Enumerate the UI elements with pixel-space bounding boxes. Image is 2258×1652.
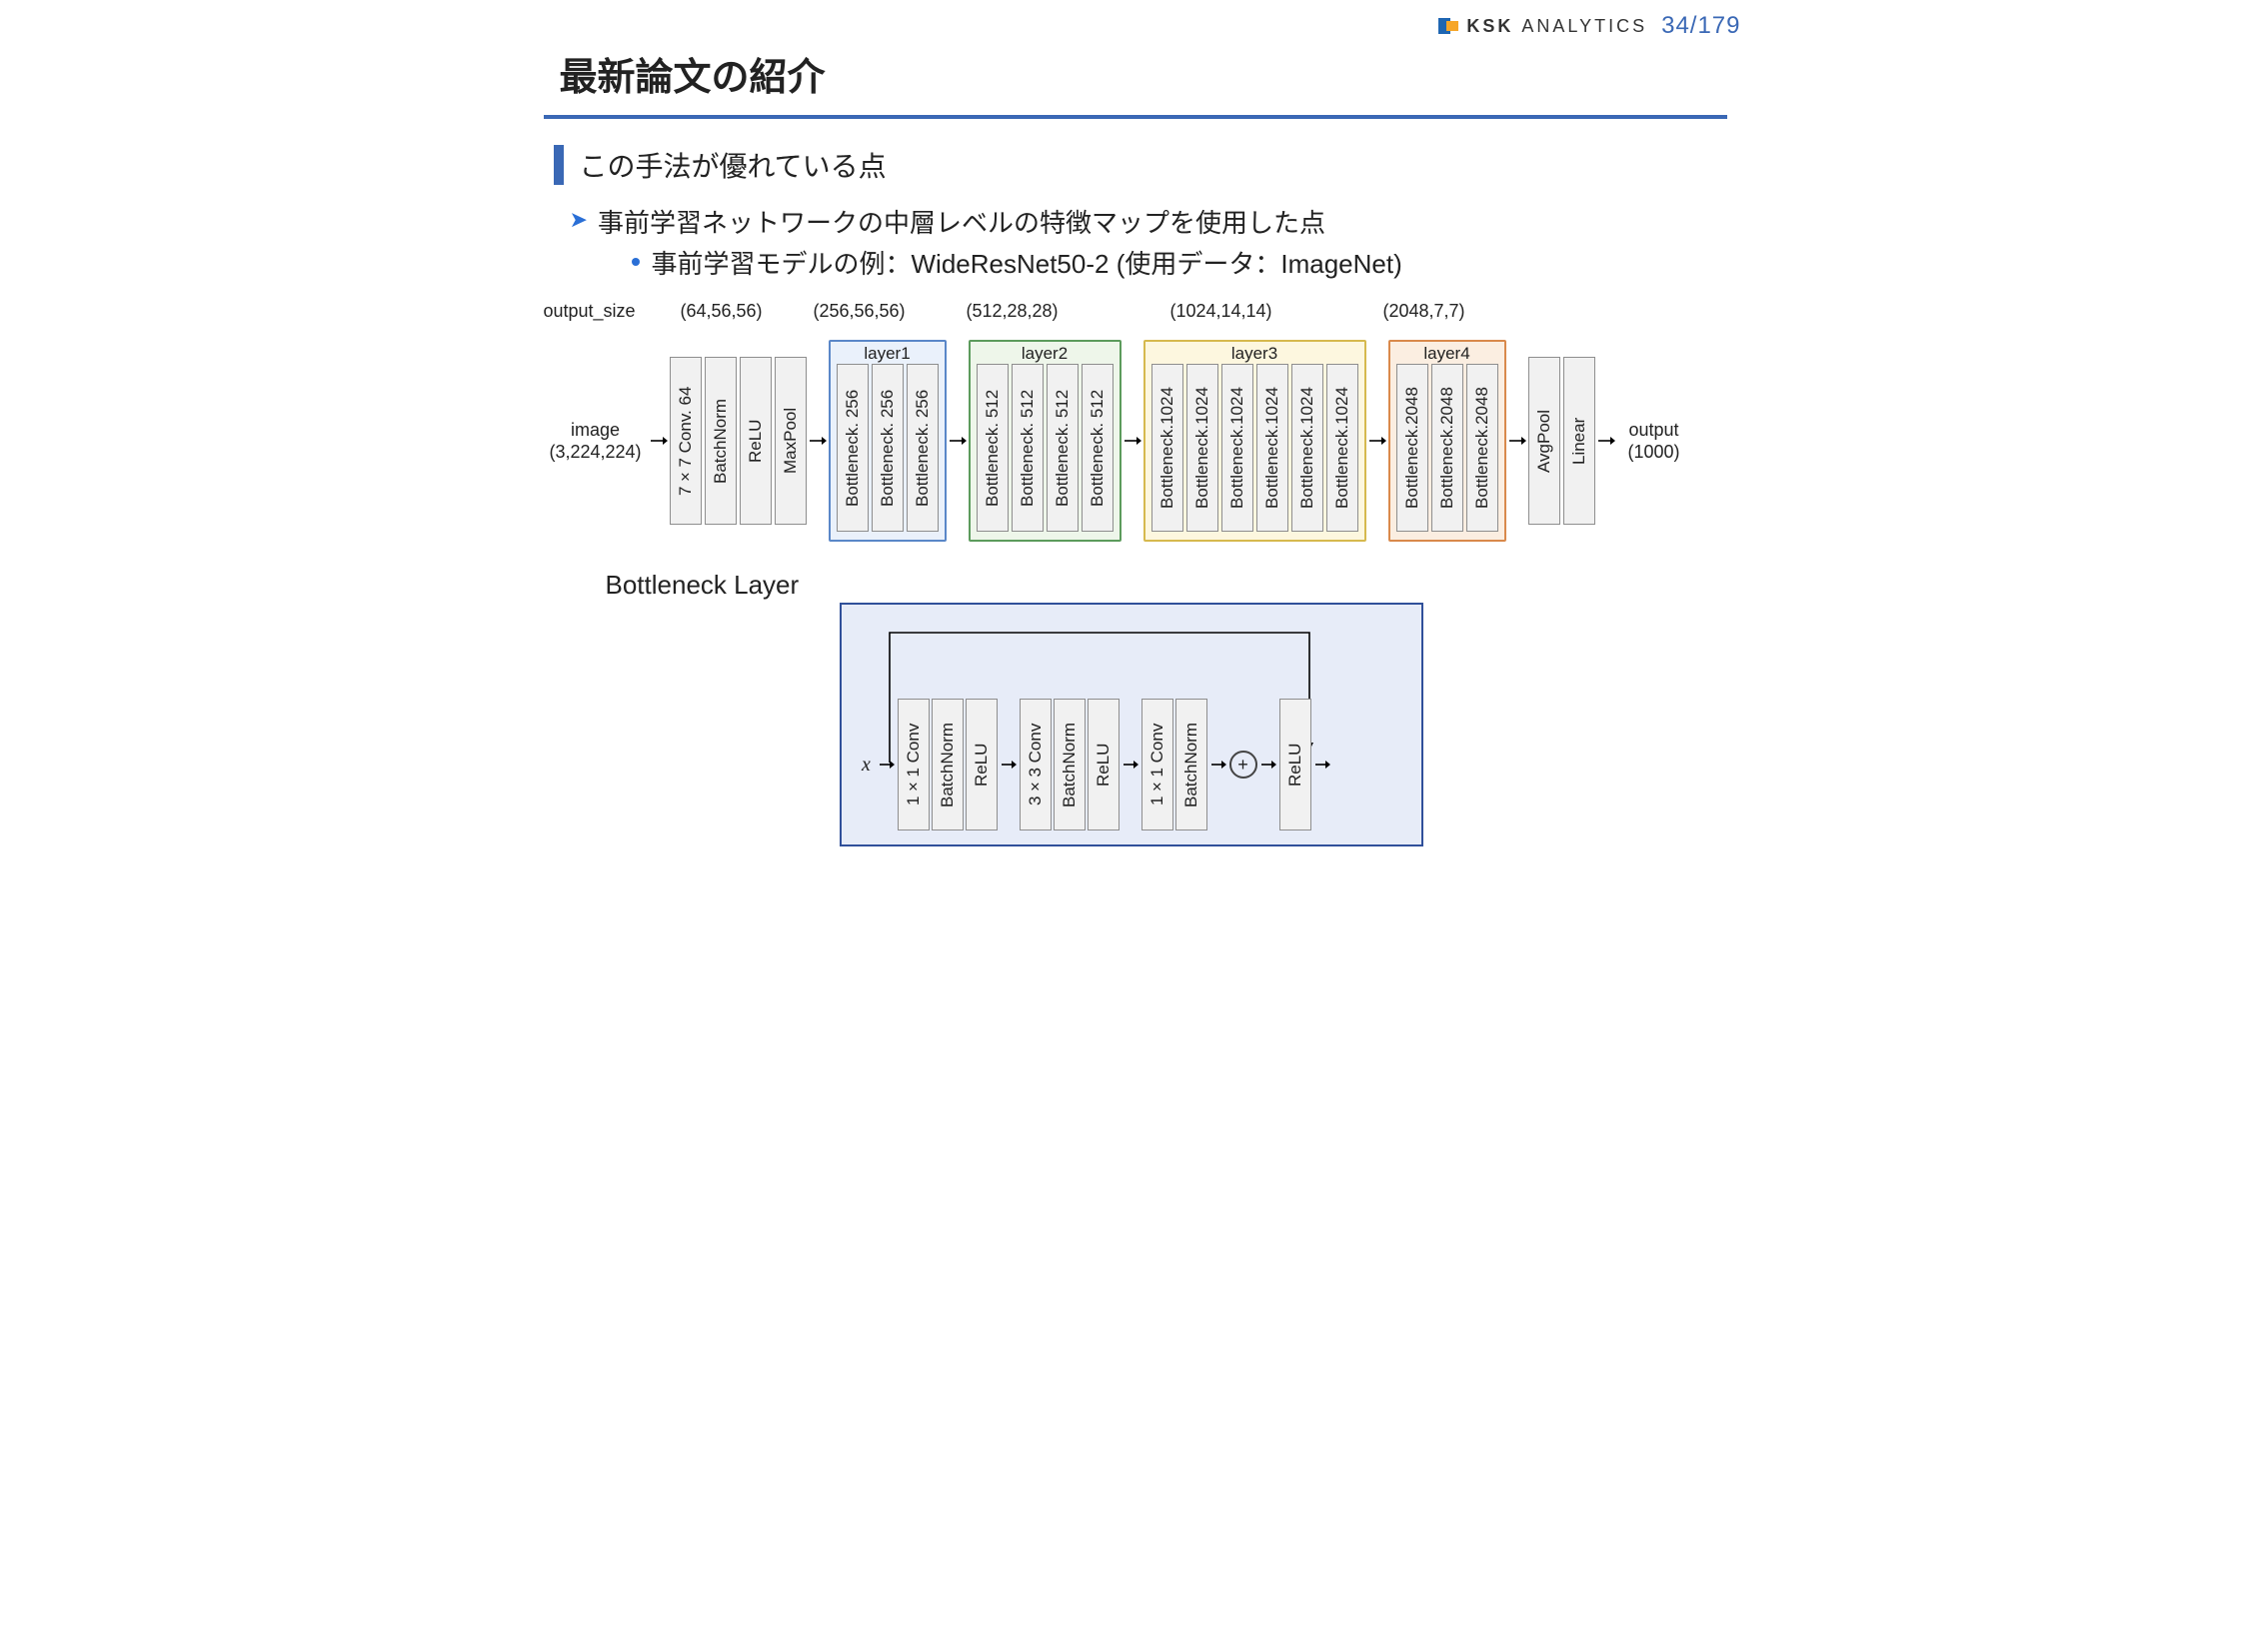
title-rule <box>544 115 1727 119</box>
bl-op: BatchNorm <box>1054 699 1086 830</box>
bullet-level2: 事前学習モデルの例：WideResNet50-2 (使用データ：ImageNet… <box>632 244 1769 281</box>
linear-block: Linear <box>1563 357 1595 525</box>
slide-header: KSK ANALYTICS 34/179 <box>490 0 1769 40</box>
layer2-block: Bottleneck. 512 <box>1047 364 1079 532</box>
output-label: output <box>1619 419 1689 442</box>
output-node: output (1000) <box>1619 419 1689 464</box>
size-stem: (64,56,56) <box>656 301 788 322</box>
size-layer2: (512,28,28) <box>932 301 1094 322</box>
input-node: image (3,224,224) <box>544 419 648 464</box>
size-layer3: (1024,14,14) <box>1094 301 1349 322</box>
arrow-icon <box>1313 759 1331 771</box>
size-layer4: (2048,7,7) <box>1349 301 1499 322</box>
layer1-block: Bottleneck. 256 <box>837 364 869 532</box>
stem-conv: 7×7 Conv. 64 <box>670 357 702 525</box>
section-header: この手法が優れている点 <box>554 145 1769 185</box>
layer3-block: Bottleneck.1024 <box>1326 364 1358 532</box>
network-diagram: output_size (64,56,56) (256,56,56) (512,… <box>544 301 1755 542</box>
arrow-icon <box>1259 759 1277 771</box>
stem-block: 7×7 Conv. 64 BatchNorm ReLU MaxPool <box>670 357 807 525</box>
slide-title: 最新論文の紹介 <box>490 40 1769 111</box>
arrow-icon <box>1506 435 1528 447</box>
layer4-group: layer4 Bottleneck.2048 Bottleneck.2048 B… <box>1388 340 1506 542</box>
layer2-group: layer2 Bottleneck. 512 Bottleneck. 512 B… <box>969 340 1122 542</box>
layer4-block: Bottleneck.2048 <box>1431 364 1463 532</box>
bullet-dot-icon <box>632 258 640 266</box>
arrow-icon <box>878 759 896 771</box>
bl-op: ReLU <box>966 699 998 830</box>
bottleneck-input: x <box>858 754 876 777</box>
layer4-block: Bottleneck.2048 <box>1466 364 1498 532</box>
output-size-row: output_size (64,56,56) (256,56,56) (512,… <box>544 301 1755 322</box>
layer1-group: layer1 Bottleneck. 256 Bottleneck. 256 B… <box>829 340 947 542</box>
arrow-icon <box>1122 435 1143 447</box>
bullet-level1: ➤ 事前学習ネットワークの中層レベルの特徴マップを使用した点 <box>570 203 1769 240</box>
section-title: この手法が優れている点 <box>580 145 887 185</box>
arrow-icon <box>947 435 969 447</box>
layer4-block: Bottleneck.2048 <box>1396 364 1428 532</box>
arrow-icon <box>1000 759 1018 771</box>
logo-icon <box>1436 14 1460 38</box>
stem-relu: ReLU <box>740 357 772 525</box>
arrow-icon <box>1595 435 1617 447</box>
size-layer1: (256,56,56) <box>788 301 932 322</box>
layer4-label: layer4 <box>1390 344 1504 364</box>
input-shape: (3,224,224) <box>544 441 648 464</box>
brand-logo: KSK ANALYTICS <box>1436 14 1647 38</box>
add-icon: + <box>1229 751 1257 779</box>
input-label: image <box>544 419 648 442</box>
arrow-icon <box>807 435 829 447</box>
bottleneck-title: Bottleneck Layer <box>606 570 1769 601</box>
bl-op: BatchNorm <box>1175 699 1207 830</box>
layer3-block: Bottleneck.1024 <box>1151 364 1183 532</box>
layer3-group: layer3 Bottleneck.1024 Bottleneck.1024 B… <box>1143 340 1366 542</box>
bl-op: ReLU <box>1088 699 1120 830</box>
layer3-block: Bottleneck.1024 <box>1291 364 1323 532</box>
layer3-block: Bottleneck.1024 <box>1186 364 1218 532</box>
brand-text: KSK ANALYTICS <box>1466 16 1647 37</box>
layer1-block: Bottleneck. 256 <box>907 364 939 532</box>
bl-op: BatchNorm <box>932 699 964 830</box>
arrow-icon <box>1122 759 1139 771</box>
stem-maxpool: MaxPool <box>775 357 807 525</box>
output-size-label: output_size <box>544 301 656 322</box>
layer2-label: layer2 <box>971 344 1120 364</box>
section-bar <box>554 145 564 185</box>
layer2-block: Bottleneck. 512 <box>977 364 1009 532</box>
arrow-icon <box>648 435 670 447</box>
arrow-icon <box>1209 759 1227 771</box>
layer3-label: layer3 <box>1145 344 1364 364</box>
tail-block: AvgPool Linear <box>1528 357 1595 525</box>
avgpool-block: AvgPool <box>1528 357 1560 525</box>
layer1-block: Bottleneck. 256 <box>872 364 904 532</box>
chevron-right-icon: ➤ <box>570 203 588 237</box>
bl-op: 3×3 Conv <box>1020 699 1052 830</box>
layer3-block: Bottleneck.1024 <box>1256 364 1288 532</box>
layer3-block: Bottleneck.1024 <box>1221 364 1253 532</box>
stem-batchnorm: BatchNorm <box>705 357 737 525</box>
bullet1-text: 事前学習ネットワークの中層レベルの特徴マップを使用した点 <box>598 203 1325 240</box>
bullet2-text: 事前学習モデルの例：WideResNet50-2 (使用データ：ImageNet… <box>652 244 1402 281</box>
bl-op: 1×1 Conv <box>898 699 930 830</box>
brand-bold: KSK <box>1466 16 1513 36</box>
layer2-block: Bottleneck. 512 <box>1012 364 1044 532</box>
network-row: image (3,224,224) 7×7 Conv. 64 BatchNorm… <box>544 340 1755 542</box>
bullet-list: ➤ 事前学習ネットワークの中層レベルの特徴マップを使用した点 事前学習モデルの例… <box>570 203 1769 281</box>
bl-op: 1×1 Conv <box>1141 699 1173 830</box>
page-counter: 34/179 <box>1661 12 1740 40</box>
bottleneck-row: x 1×1 Conv BatchNorm ReLU 3×3 Conv Batch… <box>858 699 1331 830</box>
layer2-block: Bottleneck. 512 <box>1082 364 1114 532</box>
output-shape: (1000) <box>1619 441 1689 464</box>
bl-post-relu: ReLU <box>1279 699 1311 830</box>
arrow-icon <box>1366 435 1388 447</box>
layer1-label: layer1 <box>831 344 945 364</box>
bottleneck-panel: x 1×1 Conv BatchNorm ReLU 3×3 Conv Batch… <box>840 603 1423 846</box>
brand-light: ANALYTICS <box>1521 16 1647 36</box>
